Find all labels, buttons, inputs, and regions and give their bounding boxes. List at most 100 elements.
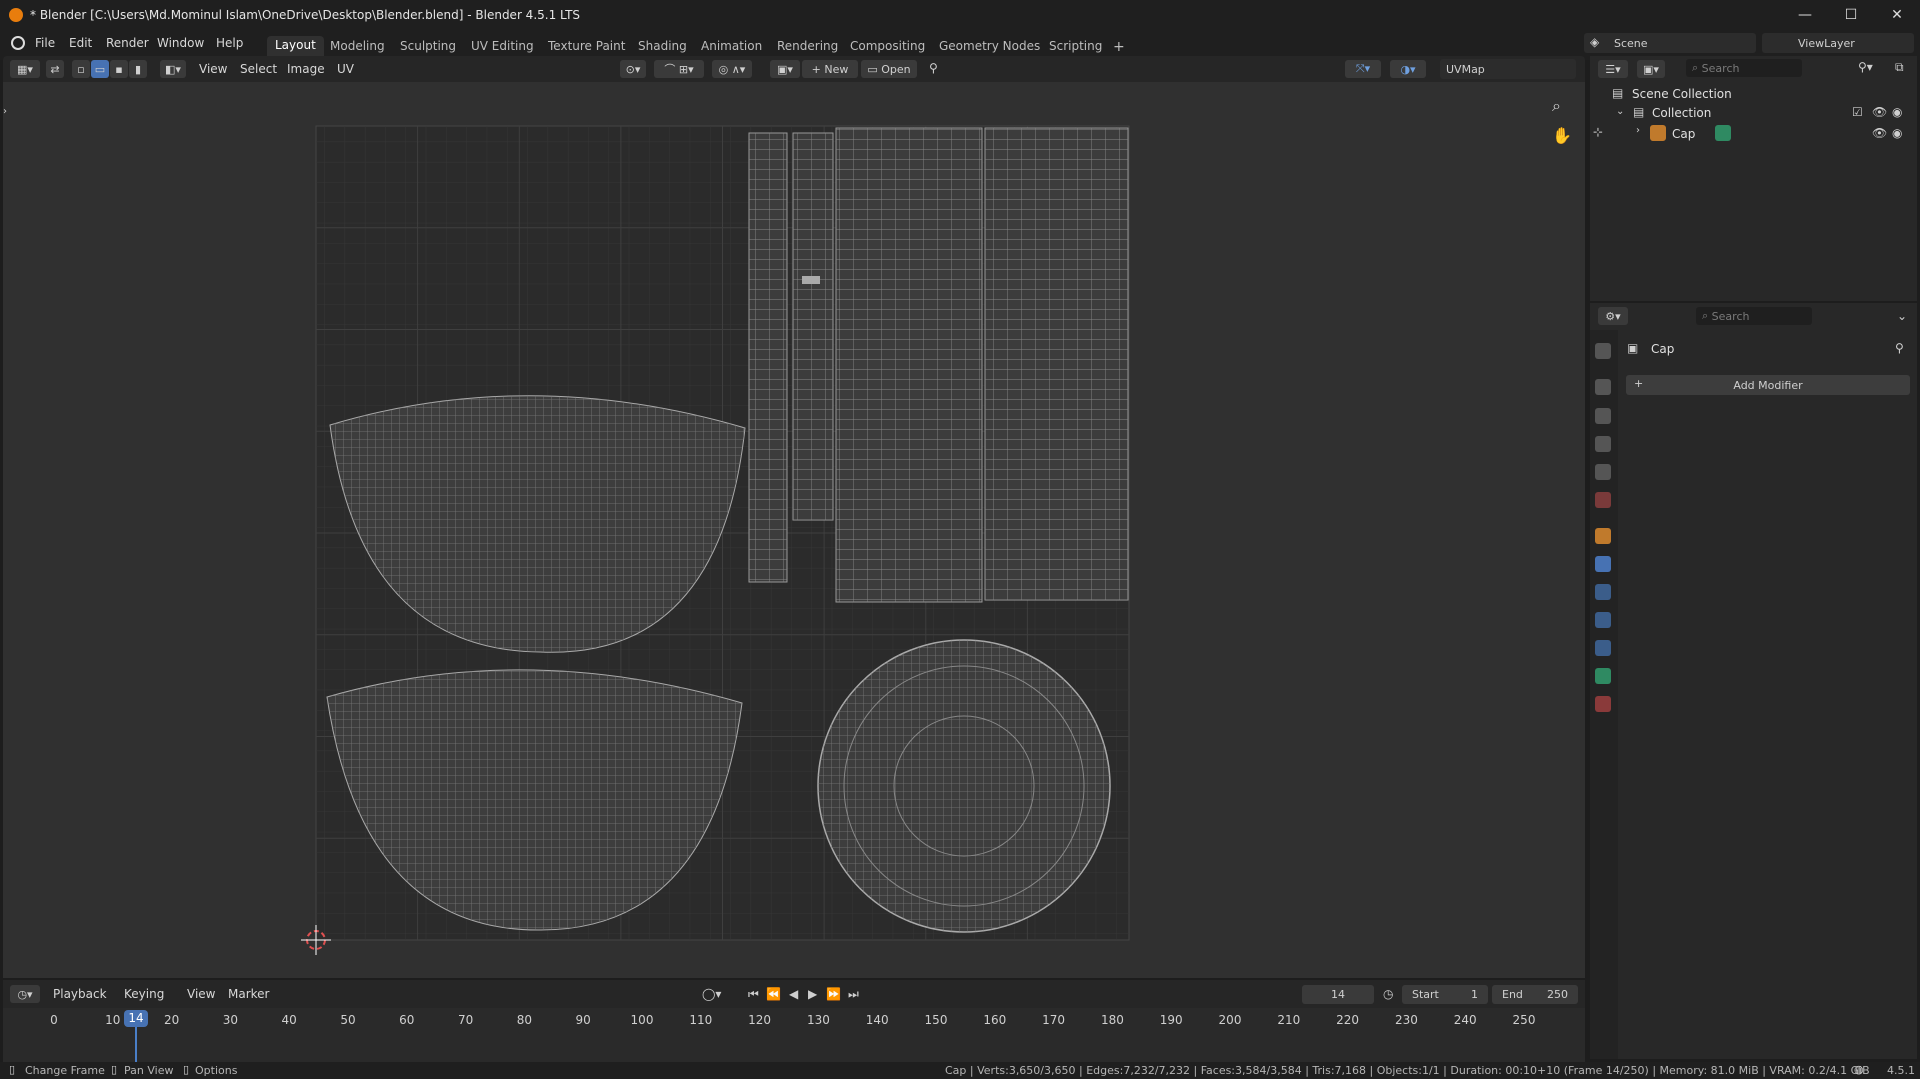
frame-tick-label: 30	[222, 1013, 239, 1027]
jump-start-icon[interactable]: ⏮	[748, 987, 759, 1002]
properties-options-icon[interactable]: ⌄	[1897, 309, 1907, 323]
mesh-object-icon	[1650, 125, 1666, 141]
frame-tick-label: 90	[575, 1013, 591, 1027]
start-frame-field[interactable]: Start 1	[1402, 985, 1488, 1004]
outliner-editor-type-button[interactable]: ☰▾	[1598, 60, 1628, 78]
preview-range-icon[interactable]: ◷	[1383, 987, 1393, 1001]
object-mode-icon[interactable]: ⊹	[1593, 125, 1603, 139]
frame-tick-label: 220	[1336, 1013, 1360, 1027]
modifier-tab-icon[interactable]	[1595, 556, 1611, 572]
frame-tick-label: 210	[1277, 1013, 1301, 1027]
view-layer-tab-icon[interactable]	[1595, 436, 1611, 452]
current-frame-field[interactable]: 14	[1302, 985, 1374, 1004]
network-icon: ◍	[1854, 1063, 1864, 1076]
jump-keyframe-forward-icon[interactable]: ⏩	[826, 987, 841, 1001]
frame-tick-label: 80	[516, 1013, 533, 1027]
output-tab-icon[interactable]	[1595, 408, 1611, 424]
collection-expand-icon[interactable]: ⌄	[1616, 106, 1624, 117]
collection-render-icon[interactable]: ◉	[1892, 105, 1902, 119]
status-change-frame: Change Frame	[25, 1064, 105, 1077]
render-tab-icon[interactable]	[1595, 379, 1611, 395]
physics-tab-icon[interactable]	[1595, 612, 1611, 628]
add-modifier-label: Add Modifier	[1733, 378, 1803, 392]
frame-tick-label: 250	[1512, 1013, 1536, 1027]
timeline-editor-type-button[interactable]: ◷▾	[10, 985, 40, 1003]
new-collection-icon[interactable]: ⧉	[1895, 60, 1904, 75]
frame-tick-label: 150	[924, 1013, 948, 1027]
mouse-right-icon: ▯	[183, 1063, 190, 1076]
scene-tab-icon[interactable]	[1595, 464, 1611, 480]
minimize-button[interactable]: —	[1782, 0, 1828, 30]
properties-pin-icon[interactable]: ⚲	[1895, 341, 1904, 355]
properties-object-name: Cap	[1651, 342, 1675, 356]
frame-tick-label: 10	[105, 1013, 121, 1027]
collection-visibility-icon[interactable]: 👁	[1872, 105, 1887, 119]
menu-keying[interactable]: Keying	[124, 987, 164, 1001]
frame-tick-label: 140	[865, 1013, 889, 1027]
properties-editor-type-button[interactable]: ⚙▾	[1598, 307, 1628, 325]
menu-playback[interactable]: Playback	[53, 987, 107, 1001]
menu-timeline-view[interactable]: View	[187, 987, 215, 1001]
particles-tab-icon[interactable]	[1595, 584, 1611, 600]
scene-name: Scene	[1614, 36, 1648, 50]
properties-search-placeholder: Search	[1711, 309, 1750, 323]
world-tab-icon[interactable]	[1595, 492, 1611, 508]
outliner-search-placeholder: Search	[1701, 61, 1740, 75]
object-render-icon[interactable]: ◉	[1892, 126, 1902, 140]
playhead-frame-badge[interactable]: 14	[124, 1010, 148, 1027]
collection-icon: ▤	[1633, 105, 1645, 119]
viewlayer-selector[interactable]: ViewLayer	[1762, 33, 1914, 53]
collection-label[interactable]: Collection	[1652, 106, 1711, 120]
play-reverse-icon[interactable]: ◀	[789, 987, 798, 1001]
auto-key-icon[interactable]: ◯▾	[702, 987, 721, 1001]
frame-tick-label: 200	[1218, 1013, 1242, 1027]
display-mode-button[interactable]: ▣▾	[1637, 60, 1665, 78]
frame-tick-label: 70	[457, 1013, 474, 1027]
properties-search-input[interactable]: ⌕ Search	[1696, 307, 1812, 325]
playhead-frame-value: 14	[128, 1011, 144, 1025]
frame-tick-label: 50	[340, 1013, 356, 1027]
uv-grid[interactable]	[0, 0, 1590, 980]
end-value: 250	[1547, 988, 1568, 1001]
object-expand-icon[interactable]: ›	[1636, 125, 1640, 136]
status-stats: Cap | Verts:3,650/3,650 | Edges:7,232/7,…	[945, 1064, 1870, 1077]
mesh-data-icon[interactable]	[1715, 125, 1731, 141]
menu-marker[interactable]: Marker	[228, 987, 269, 1001]
frame-tick-label: 110	[689, 1013, 713, 1027]
play-icon[interactable]: ▶	[808, 987, 817, 1001]
data-tab-icon[interactable]	[1595, 668, 1611, 684]
zoom-icon[interactable]: ⌕	[1552, 96, 1561, 116]
modifier-object-icon: ▣	[1627, 341, 1639, 355]
frame-tick-label: 240	[1453, 1013, 1477, 1027]
jump-keyframe-back-icon[interactable]: ⏪	[766, 987, 781, 1001]
frame-tick-label: 230	[1394, 1013, 1418, 1027]
maximize-button[interactable]: ☐	[1828, 0, 1874, 30]
add-icon: +	[1634, 377, 1644, 390]
frame-tick-label: 160	[983, 1013, 1007, 1027]
filter-icon[interactable]: ⚲▾	[1858, 60, 1873, 74]
scene-icon: ◈	[1590, 35, 1600, 49]
sidebar-toggle-icon[interactable]: ›	[3, 106, 7, 117]
scene-collection-label[interactable]: Scene Collection	[1632, 87, 1732, 101]
properties-editor	[1590, 303, 1917, 1059]
add-modifier-button[interactable]: + Add Modifier	[1626, 375, 1910, 395]
start-value: 1	[1471, 988, 1478, 1001]
start-label: Start	[1412, 988, 1439, 1001]
constraints-tab-icon[interactable]	[1595, 640, 1611, 656]
pan-hand-icon[interactable]: ✋	[1552, 126, 1572, 145]
tool-tab-icon[interactable]	[1595, 343, 1611, 359]
scene-selector[interactable]: Scene	[1584, 33, 1756, 53]
frame-tick-label: 60	[399, 1013, 415, 1027]
object-label[interactable]: Cap	[1672, 127, 1695, 141]
object-visibility-icon[interactable]: 👁	[1872, 126, 1887, 140]
frame-tick-label: 130	[806, 1013, 830, 1027]
material-tab-icon[interactable]	[1595, 696, 1611, 712]
outliner-search-input[interactable]: ⌕ Search	[1686, 59, 1802, 77]
close-button[interactable]: ✕	[1874, 0, 1920, 30]
object-tab-icon[interactable]	[1595, 528, 1611, 544]
frame-tick-label: 100	[630, 1013, 654, 1027]
jump-end-icon[interactable]: ⏭	[848, 987, 859, 1002]
end-frame-field[interactable]: End 250	[1492, 985, 1578, 1004]
status-pan-view: Pan View	[124, 1064, 174, 1077]
collection-checkbox-icon[interactable]: ☑	[1852, 105, 1863, 119]
